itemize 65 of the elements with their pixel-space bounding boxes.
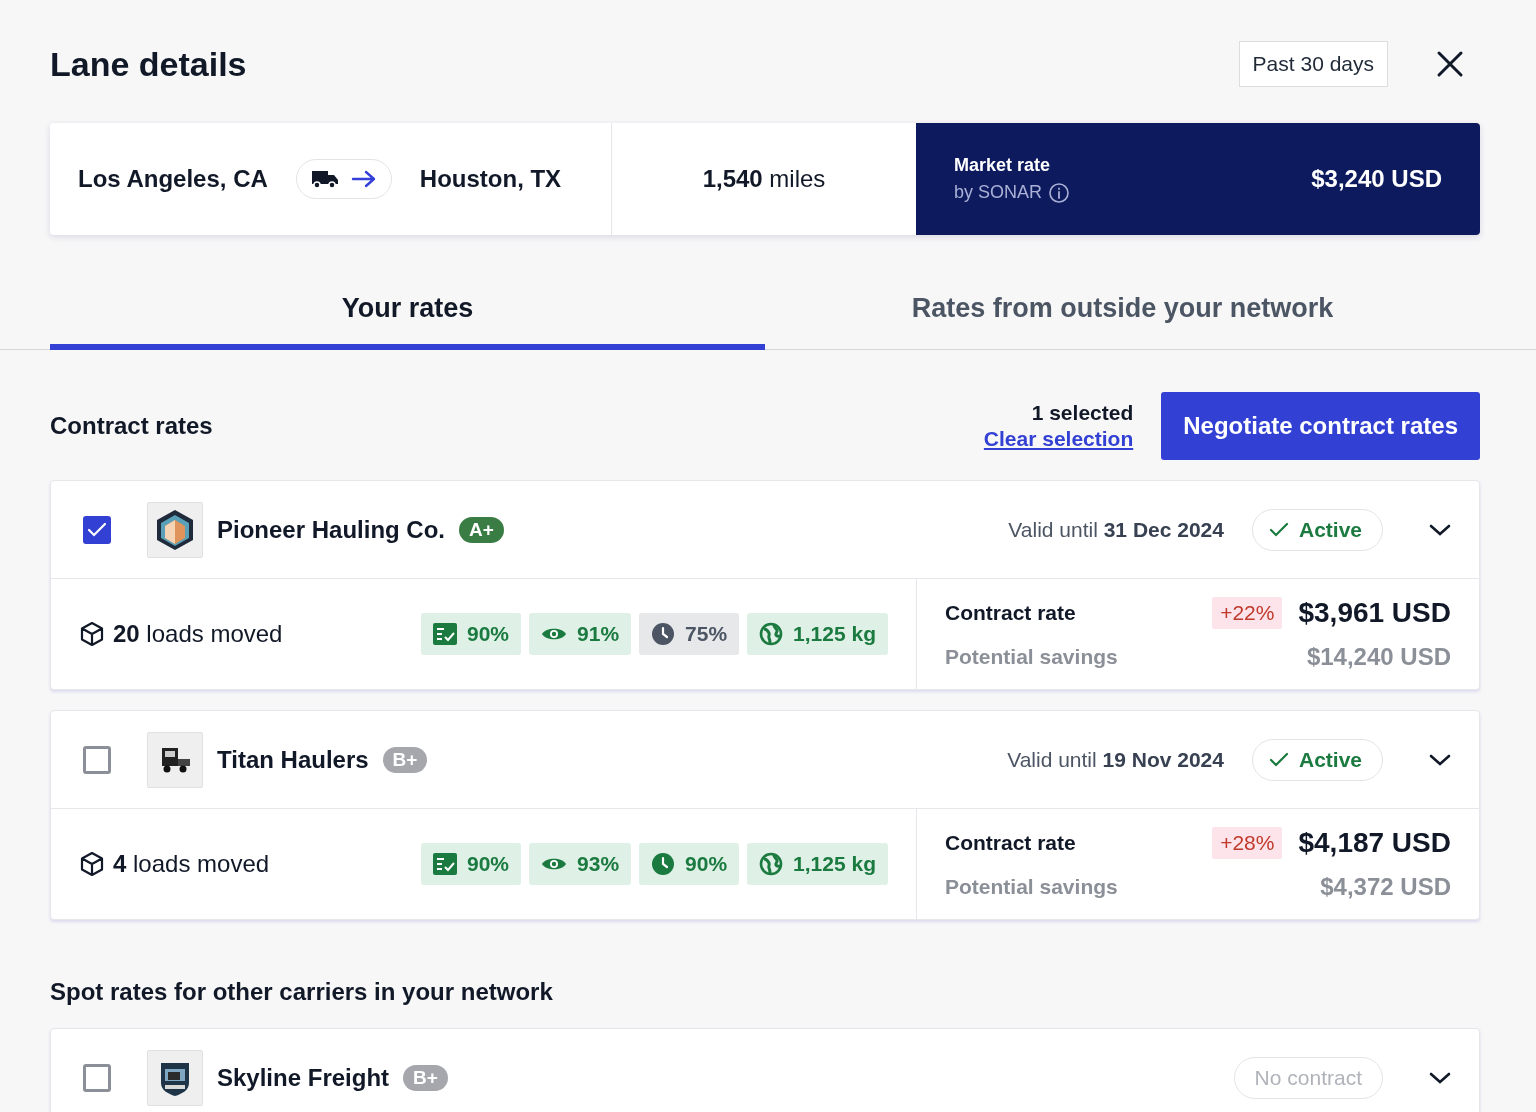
carrier-name: Pioneer Hauling Co. bbox=[217, 515, 446, 544]
chevron-down-icon[interactable] bbox=[1429, 752, 1451, 767]
metric-chip: 1,125 kg bbox=[747, 843, 888, 885]
rate-source: by SONAR bbox=[954, 182, 1043, 203]
metric-chip: 90% bbox=[421, 613, 522, 655]
section-title: Spot rates for other carriers in your network bbox=[50, 978, 554, 1006]
clock-icon bbox=[651, 852, 676, 876]
globe-icon bbox=[759, 622, 784, 646]
metric-chip: 90% bbox=[639, 843, 740, 885]
distance: 1,540 miles bbox=[702, 165, 826, 193]
selection-count: 1 selected bbox=[1031, 401, 1134, 425]
negotiate-button[interactable]: Negotiate contract rates bbox=[1161, 392, 1480, 460]
checklist-icon bbox=[433, 853, 457, 875]
contract-rate-label: Contract rate bbox=[945, 601, 1077, 625]
metric-chip: 75% bbox=[639, 613, 740, 655]
cube-icon bbox=[79, 621, 105, 647]
rate-change: +22% bbox=[1212, 597, 1283, 629]
tab[interactable]: Rates from outside your network bbox=[765, 275, 1480, 350]
market-rate-label: Market rate bbox=[954, 154, 1052, 176]
contract-rate-value: $3,961 USD bbox=[1298, 597, 1451, 629]
globe-icon bbox=[759, 852, 784, 876]
info-icon[interactable] bbox=[1048, 181, 1071, 204]
tab[interactable]: Your rates bbox=[50, 275, 765, 350]
check-icon bbox=[87, 521, 107, 538]
check-icon bbox=[1268, 521, 1289, 538]
checkbox[interactable] bbox=[83, 515, 111, 544]
valid-until: Valid until 31 Dec 2024 bbox=[1008, 517, 1224, 542]
metric-chip: 93% bbox=[529, 843, 632, 885]
clock-icon bbox=[651, 622, 676, 646]
market-rate-value: $3,240 USD bbox=[1311, 165, 1442, 193]
metric-chip: 1,125 kg bbox=[747, 613, 888, 655]
savings-value: $4,372 USD bbox=[1319, 873, 1451, 901]
arrow-icon bbox=[350, 170, 377, 188]
checkbox[interactable] bbox=[83, 1063, 111, 1092]
contract-rate-label: Contract rate bbox=[945, 831, 1077, 855]
rate-change: +28% bbox=[1212, 827, 1283, 859]
checkbox[interactable] bbox=[83, 745, 111, 774]
loads-moved: 4 loads moved bbox=[113, 850, 270, 878]
chevron-down-icon[interactable] bbox=[1429, 1070, 1451, 1085]
grade-badge: B+ bbox=[382, 746, 428, 773]
carrier-name: Titan Haulers bbox=[217, 745, 369, 774]
checklist-icon bbox=[433, 623, 457, 645]
clear-selection-link[interactable]: Clear selection bbox=[983, 427, 1134, 451]
period-selector[interactable]: Past 30 days bbox=[1238, 41, 1388, 87]
chevron-down-icon[interactable] bbox=[1429, 522, 1451, 537]
savings-value: $14,240 USD bbox=[1305, 643, 1451, 671]
origin-city: Los Angeles, CA bbox=[78, 165, 268, 193]
hexagon-logo-icon bbox=[154, 507, 196, 552]
cube-icon bbox=[79, 851, 105, 877]
metric-chip: 91% bbox=[529, 613, 632, 655]
loads-moved: 20 loads moved bbox=[113, 620, 283, 648]
page-title: Lane details bbox=[50, 44, 248, 84]
grade-badge: B+ bbox=[403, 1064, 448, 1091]
close-button[interactable] bbox=[1436, 50, 1464, 78]
destination-city: Houston, TX bbox=[419, 165, 562, 193]
grade-badge: A+ bbox=[459, 516, 504, 543]
valid-until: Valid until 19 Nov 2024 bbox=[1007, 747, 1224, 772]
truck-icon bbox=[310, 169, 339, 189]
contract-rate-value: $4,187 USD bbox=[1298, 827, 1451, 859]
carrier-name: Skyline Freight bbox=[217, 1063, 390, 1092]
savings-label: Potential savings bbox=[945, 645, 1119, 669]
check-icon bbox=[1268, 751, 1289, 768]
savings-label: Potential savings bbox=[945, 875, 1119, 899]
section-title: Contract rates bbox=[50, 412, 214, 440]
metric-chip: 90% bbox=[421, 843, 522, 885]
